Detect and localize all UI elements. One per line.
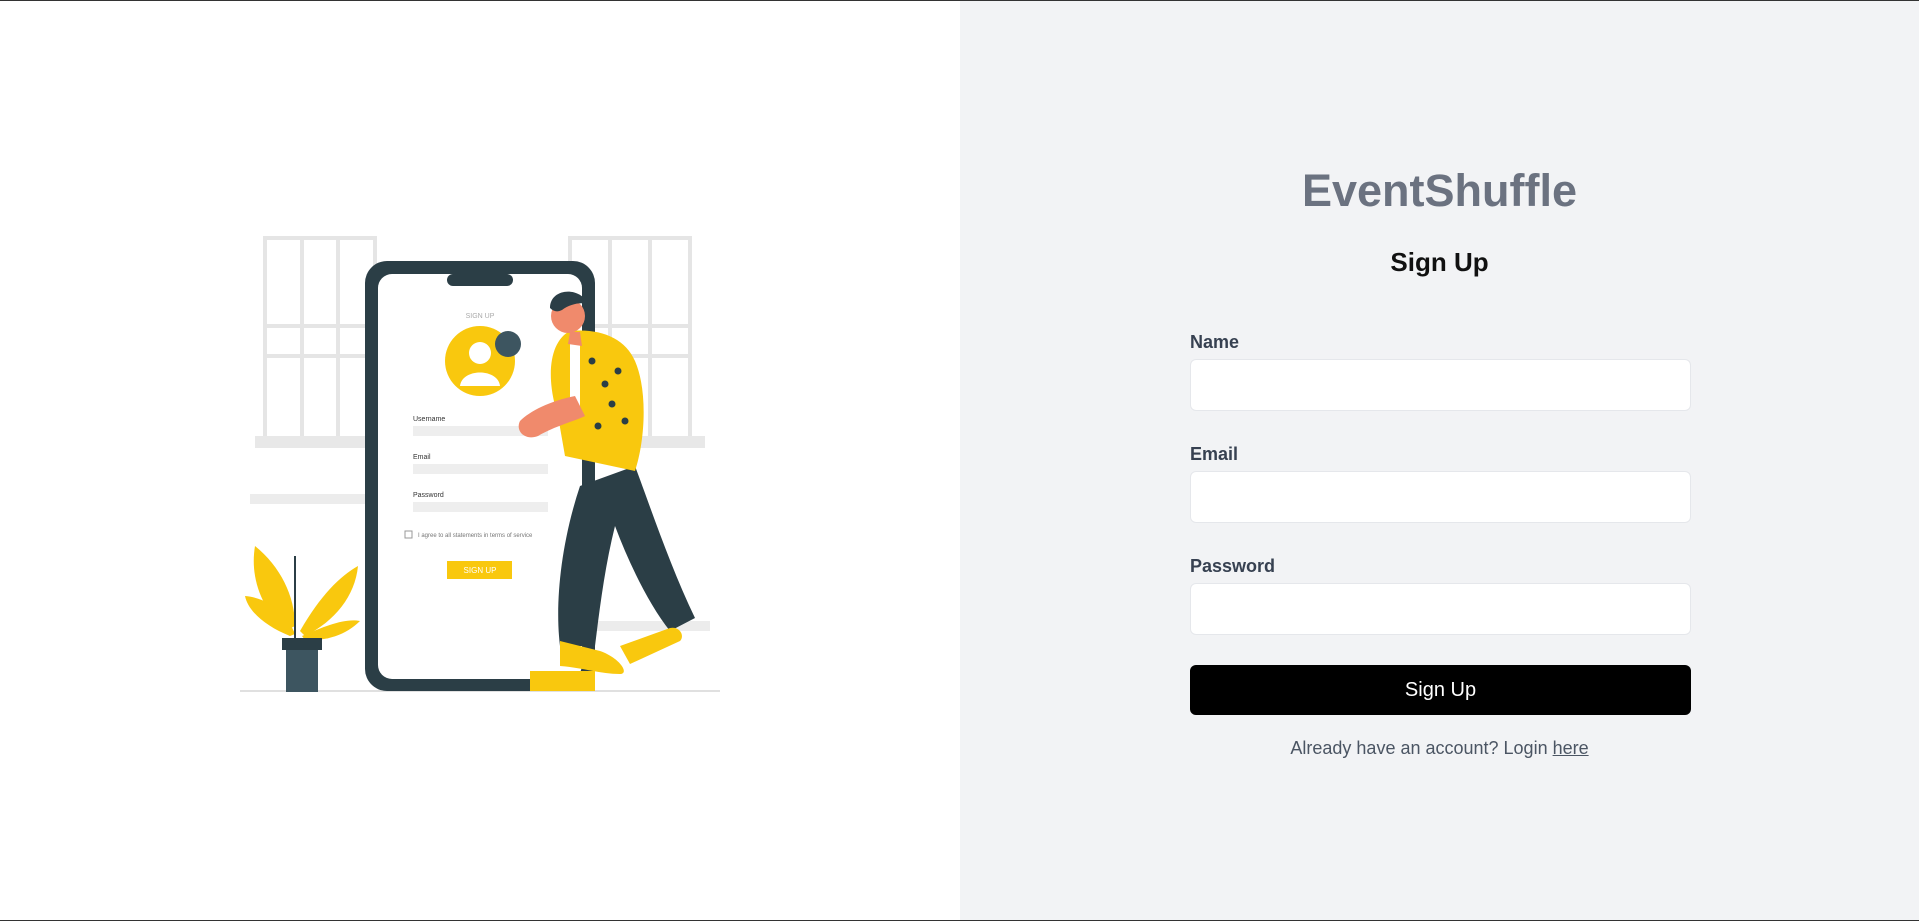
- phone-username-label: Username: [413, 416, 445, 423]
- email-input[interactable]: [1190, 471, 1691, 523]
- plant: [245, 546, 360, 692]
- illustration-panel: SIGN UP Username Email Password I agree …: [0, 1, 960, 920]
- phone-signup-button-label: SIGN UP: [464, 566, 497, 575]
- password-label: Password: [1190, 556, 1276, 576]
- signup-illustration: SIGN UP Username Email Password I agree …: [240, 236, 720, 692]
- password-input[interactable]: [1190, 583, 1691, 635]
- phone-email-label: Email: [413, 454, 431, 461]
- phone-title: SIGN UP: [466, 313, 495, 320]
- email-label: Email: [1190, 444, 1239, 464]
- page: SIGN UP Username Email Password I agree …: [0, 0, 1919, 921]
- login-prompt-text: Already have an account? Login: [1290, 738, 1553, 758]
- form-heading: Sign Up: [1390, 247, 1489, 277]
- name-label: Name: [1190, 332, 1240, 352]
- window-left: [263, 236, 377, 440]
- login-prompt: Already have an account? Login here: [960, 738, 1919, 759]
- phone-terms-text: I agree to all statements in terms of se…: [418, 533, 533, 539]
- login-link[interactable]: here: [1553, 738, 1589, 758]
- form-panel: [960, 1, 1919, 920]
- phone-password-label: Password: [413, 492, 444, 499]
- desk: [250, 494, 370, 504]
- signup-button[interactable]: Sign Up: [1190, 665, 1691, 715]
- name-input[interactable]: [1190, 359, 1691, 411]
- app-title: EventShuffle: [1301, 165, 1578, 216]
